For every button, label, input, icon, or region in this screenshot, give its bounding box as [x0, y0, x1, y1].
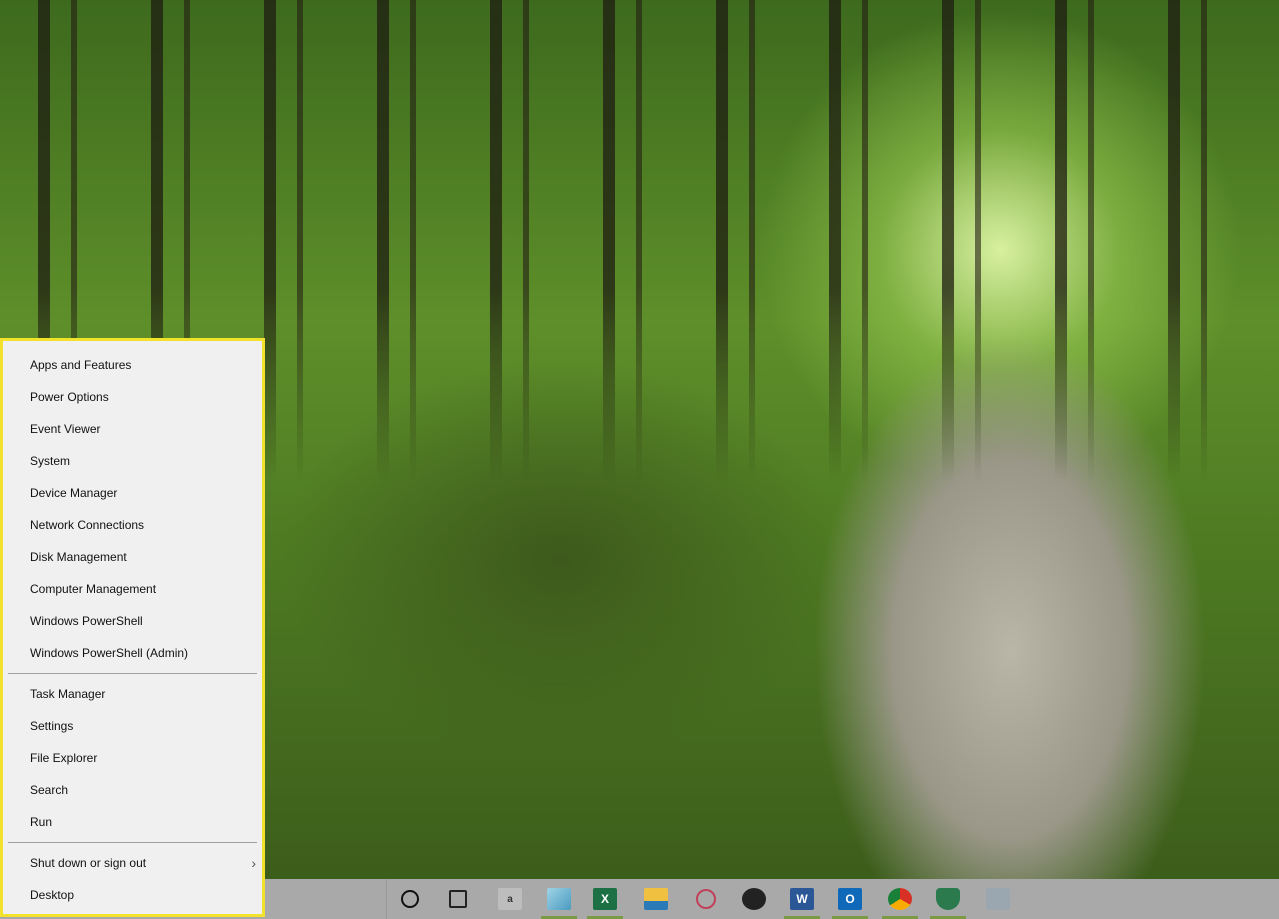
menu-item-label: Network Connections: [30, 518, 145, 532]
menu-item-disk-management[interactable]: Disk Management: [3, 541, 262, 573]
menu-item-system[interactable]: System: [3, 445, 262, 477]
taskbar-button-file-explorer[interactable]: [636, 879, 676, 919]
menu-item-network-connections[interactable]: Network Connections: [3, 509, 262, 541]
menu-item-power-options[interactable]: Power Options: [3, 381, 262, 413]
menu-item-label: Power Options: [30, 390, 109, 404]
task-view-icon: [449, 890, 467, 908]
taskbar-button-network-app[interactable]: [978, 879, 1018, 919]
menu-item-computer-management[interactable]: Computer Management: [3, 573, 262, 605]
taskbar-divider: [386, 879, 387, 919]
menu-item-task-manager[interactable]: Task Manager: [3, 678, 262, 710]
menu-item-label: Device Manager: [30, 486, 118, 500]
menu-item-file-explorer[interactable]: File Explorer: [3, 742, 262, 774]
power-user-menu: Apps and Features Power Options Event View…: [0, 338, 265, 917]
photos-icon: [742, 888, 766, 910]
menu-item-run[interactable]: Run: [3, 806, 262, 838]
menu-item-event-viewer[interactable]: Event Viewer: [3, 413, 262, 445]
security-shield-icon: [936, 888, 960, 910]
excel-icon: X: [593, 888, 617, 910]
snipping-tool-icon: [696, 889, 716, 909]
taskbar-button-cortana[interactable]: [390, 879, 430, 919]
menu-item-label: Computer Management: [30, 582, 157, 596]
amazon-icon: a: [498, 888, 522, 910]
menu-item-settings[interactable]: Settings: [3, 710, 262, 742]
menu-item-label: Windows PowerShell: [30, 614, 143, 628]
menu-item-label: Shut down or sign out: [30, 856, 147, 870]
menu-item-label: Run: [30, 815, 53, 829]
chrome-icon: [888, 888, 912, 910]
menu-item-desktop[interactable]: Desktop: [3, 879, 262, 911]
menu-item-device-manager[interactable]: Device Manager: [3, 477, 262, 509]
taskbar-button-photos[interactable]: [734, 879, 774, 919]
menu-item-label: System: [30, 454, 71, 468]
menu-item-windows-powershell-admin[interactable]: Windows PowerShell (Admin): [3, 637, 262, 669]
menu-item-label: Settings: [30, 719, 74, 733]
menu-item-label: Event Viewer: [30, 422, 101, 436]
taskbar-button-outlook[interactable]: O: [830, 879, 870, 919]
taskbar-button-excel[interactable]: X: [585, 879, 625, 919]
taskbar-button-chrome[interactable]: [880, 879, 920, 919]
menu-item-label: Apps and Features: [30, 358, 132, 372]
menu-item-label: Desktop: [30, 888, 75, 902]
taskbar-button-snipping-tool[interactable]: [686, 879, 726, 919]
notepad-icon: [547, 888, 571, 910]
taskbar-button-amazon[interactable]: a: [490, 879, 530, 919]
cortana-icon: [401, 890, 419, 908]
network-app-icon: [986, 888, 1010, 910]
menu-divider: [8, 842, 257, 843]
word-icon: W: [790, 888, 814, 910]
menu-item-windows-powershell[interactable]: Windows PowerShell: [3, 605, 262, 637]
taskbar-button-task-view[interactable]: [438, 879, 478, 919]
taskbar-button-word[interactable]: W: [782, 879, 822, 919]
taskbar-button-notepad[interactable]: [539, 879, 579, 919]
menu-item-label: Windows PowerShell (Admin): [30, 646, 189, 660]
menu-item-label: Disk Management: [30, 550, 127, 564]
menu-item-label: File Explorer: [30, 751, 98, 765]
menu-item-search[interactable]: Search: [3, 774, 262, 806]
chevron-right-icon: ›: [251, 855, 256, 871]
menu-item-shut-down-or-sign-out[interactable]: Shut down or sign out ›: [3, 847, 262, 879]
menu-item-apps-and-features[interactable]: Apps and Features: [3, 349, 262, 381]
taskbar-button-security-shield[interactable]: [928, 879, 968, 919]
outlook-icon: O: [838, 888, 862, 910]
menu-item-label: Search: [30, 783, 69, 797]
file-explorer-icon: [644, 888, 668, 910]
menu-item-label: Task Manager: [30, 687, 106, 701]
menu-divider: [8, 673, 257, 674]
